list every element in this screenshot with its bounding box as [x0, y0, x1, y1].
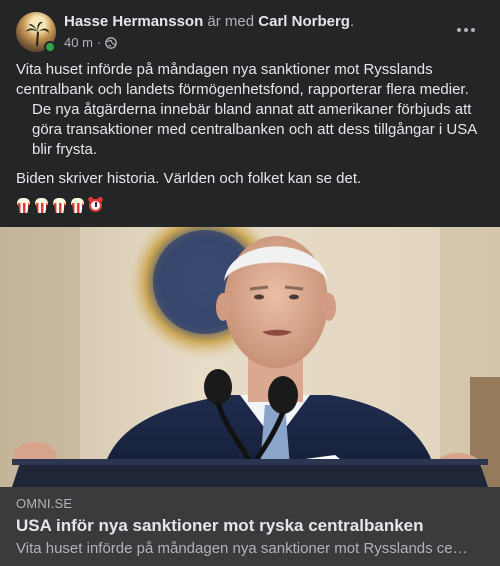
- more-dot: [471, 28, 475, 32]
- link-preview-card[interactable]: OMNI.SE USA inför nya sanktioner mot rys…: [0, 487, 500, 566]
- feed-post: Hasse Hermansson är med Carl Norberg. 40…: [0, 0, 500, 566]
- with-text: är med: [207, 13, 255, 30]
- link-description: Vita huset införde på måndagen nya sankt…: [16, 540, 468, 557]
- post-paragraph: De nya åtgärderna innebär bland annat at…: [32, 101, 477, 158]
- link-title[interactable]: USA inför nya sanktioner mot ryska centr…: [16, 516, 424, 536]
- post-text: Vita huset införde på måndagen nya sankt…: [16, 60, 488, 189]
- tag-period: .: [349, 13, 355, 30]
- meta-separator: ·: [96, 35, 102, 50]
- more-horizontal-icon: [457, 28, 461, 32]
- more-options-button[interactable]: [448, 18, 484, 42]
- link-source: OMNI.SE: [16, 496, 73, 511]
- popcorn-icon: [52, 197, 67, 213]
- more-dot: [464, 28, 468, 32]
- post-paragraph: Vita huset införde på måndagen nya sankt…: [16, 61, 469, 98]
- author-name[interactable]: Hasse Hermansson: [64, 13, 203, 30]
- post-meta: 40 m ·: [64, 35, 118, 50]
- emoji-row: [16, 196, 104, 215]
- alarm-clock-icon: [87, 196, 104, 213]
- globe-icon[interactable]: [105, 36, 118, 49]
- post-header: Hasse Hermansson är med Carl Norberg. 40…: [16, 12, 484, 56]
- popcorn-icon: [70, 197, 85, 213]
- popcorn-icon: [34, 197, 49, 213]
- link-preview-image[interactable]: [0, 227, 500, 487]
- speaker-photo: [0, 227, 500, 487]
- post-paragraph: Biden skriver historia. Världen och folk…: [16, 170, 362, 187]
- tagged-name[interactable]: Carl Norberg: [258, 13, 350, 30]
- online-status-dot: [44, 41, 56, 53]
- post-timestamp[interactable]: 40 m: [64, 35, 93, 50]
- popcorn-icon: [16, 197, 31, 213]
- author-line: Hasse Hermansson är med Carl Norberg.: [64, 13, 354, 30]
